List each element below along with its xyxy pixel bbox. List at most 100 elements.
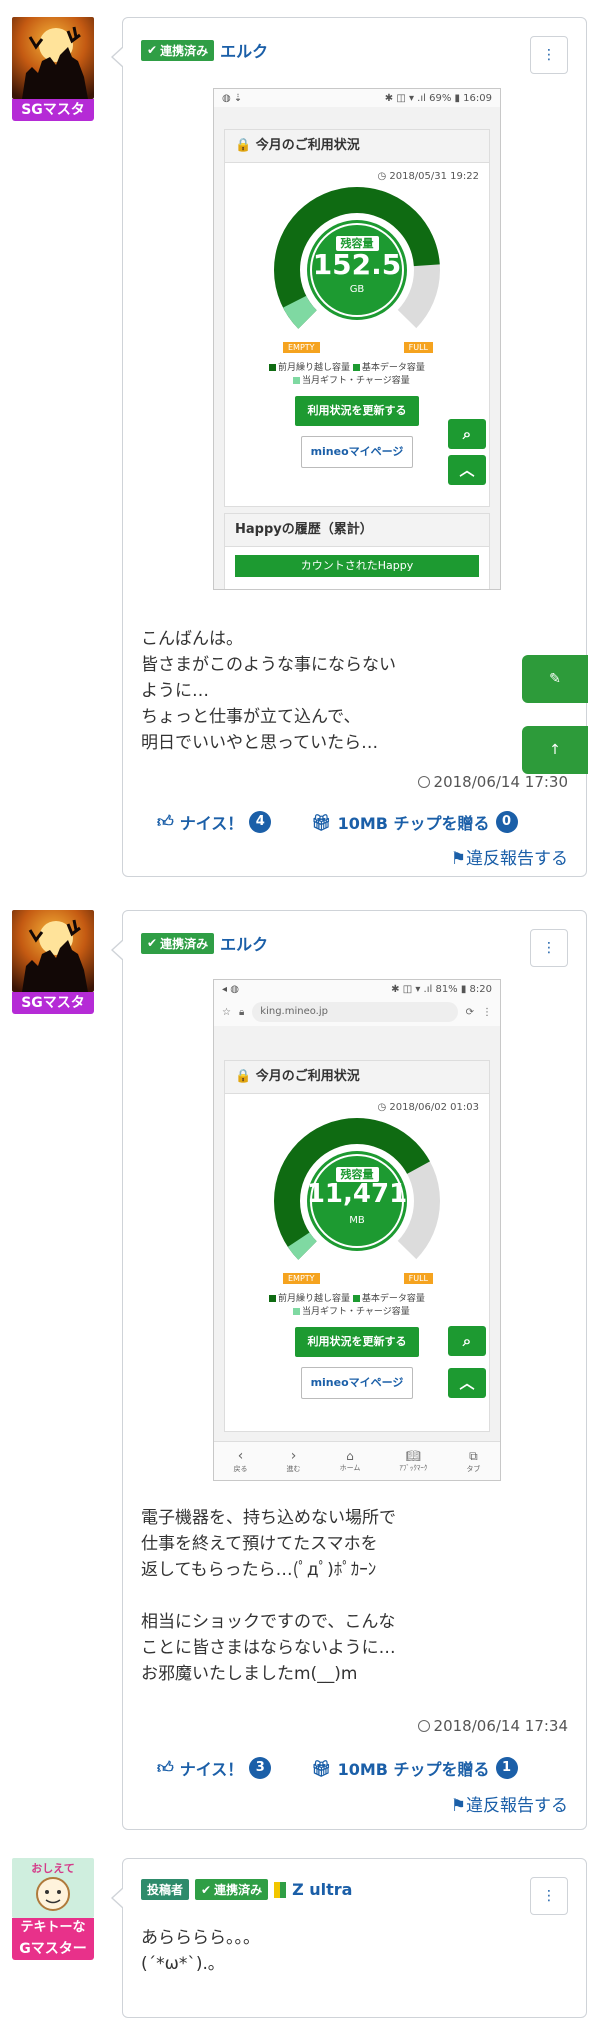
lock-icon: 🔒︎: [238, 1006, 245, 1018]
flag-icon: ⚑: [450, 1796, 466, 1816]
post-header: 投稿者 ✔ 連携済み Z ultra: [141, 1879, 352, 1900]
remaining-gauge: 残容量 152.5 GB EMPTY FULL: [271, 184, 443, 356]
gauge-legend: 前月繰り越し容量 基本データ容量 当月ギフト・チャージ容量: [269, 1293, 425, 1319]
happy-history-panel: Happyの履歴（累計） カウントされたHappy: [224, 513, 490, 589]
menu-icon: ⋮: [542, 47, 556, 63]
post-card: ✔ 連携済み エルク ⋮ ◍ ⇣ ✱ ◫ ▾ .ıl 69% ▮ 16:09 🔒 …: [111, 17, 587, 877]
update-usage-button: 利用状況を更新する: [295, 1327, 419, 1357]
star-icon: ☆: [222, 1006, 231, 1018]
side-action-icon: ✎: [549, 671, 561, 687]
clock-icon: [417, 776, 430, 788]
post-menu-button[interactable]: ⋮: [530, 36, 568, 74]
user-rank-badge: SGマスタ: [12, 992, 94, 1014]
bookmark-icon: 📖︎ ｱﾌﾞｯｸﾏｰｸ: [399, 1449, 428, 1472]
nice-count: 4: [249, 811, 272, 833]
chip-count: 1: [495, 1757, 518, 1779]
post-timestamp: 2018/06/14 17:30: [417, 773, 568, 791]
forward-icon: › 進む: [286, 1448, 301, 1473]
report-link[interactable]: ⚑違反報告する: [451, 1791, 568, 1816]
side-action-button[interactable]: ✎: [522, 655, 588, 703]
usage-panel-title: 🔒 今月のご利用状況: [225, 1061, 489, 1094]
scroll-top-icon: ︿: [448, 455, 486, 485]
username-link[interactable]: Z ultra: [292, 1880, 352, 1899]
username-link[interactable]: エルク: [220, 38, 268, 62]
post-actions: 👍︎ ナイス！ 4 🎁︎ 10MB チップを贈る 0: [157, 810, 568, 834]
flag-icon: ⚑: [450, 849, 466, 869]
browser-nav-bar: ‹ 戻る › 進む ⌂ ホーム 📖︎ ｱﾌﾞｯｸﾏｰｸ ⧉ タブ: [214, 1441, 500, 1480]
usage-timestamp: ◷ 2018/06/02 01:03: [377, 1102, 479, 1113]
empty-label: EMPTY: [283, 342, 320, 353]
url-field: king.mineo.jp: [252, 1002, 458, 1022]
send-chip-button[interactable]: 🎁︎ 10MB チップを贈る 0: [311, 810, 518, 834]
post-card: ✔ 連携済み エルク ⋮ ◂ ◍ ✱ ◫ ▾ .ıl 81% ▮ 8:20 ☆ 🔒…: [111, 910, 587, 1830]
username-link[interactable]: エルク: [220, 931, 268, 955]
empty-label: EMPTY: [283, 1273, 320, 1284]
user-avatar[interactable]: SGマスタ: [12, 910, 94, 1014]
full-label: FULL: [403, 342, 433, 353]
gauge-unit: GB: [349, 284, 365, 295]
beginner-mark-icon: [274, 1881, 287, 1898]
send-chip-button[interactable]: 🎁︎ 10MB チップを贈る 1: [311, 1756, 518, 1780]
thumbs-up-icon: 👍︎: [157, 812, 174, 831]
browser-address-bar: ☆ 🔒︎ king.mineo.jp ⟳ ⋮: [214, 998, 500, 1026]
phone-status-bar: ◍ ⇣ ✱ ◫ ▾ .ıl 69% ▮ 16:09: [214, 89, 500, 107]
remaining-gauge: 残容量 11,471 MB EMPTY FULL: [271, 1115, 443, 1287]
attached-screenshot[interactable]: ◍ ⇣ ✱ ◫ ▾ .ıl 69% ▮ 16:09 🔒 今月のご利用状況 ◷ 2…: [213, 88, 501, 590]
side-action-button-2[interactable]: ↑: [522, 726, 588, 774]
reload-icon: ⟳: [465, 1006, 474, 1018]
check-icon: ✔: [147, 936, 158, 950]
nice-button[interactable]: 👍︎ ナイス！ 3: [157, 1756, 272, 1780]
user-avatar[interactable]: SGマスタ: [12, 17, 94, 121]
avatar-caption: テキトーな: [12, 1918, 94, 1938]
chip-count: 0: [495, 811, 518, 833]
usage-panel-title: 🔒 今月のご利用状況: [225, 130, 489, 163]
thumbs-up-icon: 👍︎: [157, 1758, 174, 1777]
gauge-legend: 前月繰り越し容量 基本データ容量 当月ギフト・チャージ容量: [269, 362, 425, 388]
check-icon: ✔: [147, 43, 158, 57]
post-card: 投稿者 ✔ 連携済み Z ultra ⋮ あらららら。。。 (´*ω*`).｡: [111, 1858, 587, 2018]
more-icon: ⋮: [482, 1006, 492, 1018]
post-menu-button[interactable]: ⋮: [530, 929, 568, 967]
avatar-image: [12, 910, 94, 992]
nice-button[interactable]: 👍︎ ナイス！ 4: [157, 810, 272, 834]
linked-badge: ✔ 連携済み: [195, 1879, 269, 1900]
mypage-button: mineoマイページ: [301, 436, 413, 468]
side-action-icon: ↑: [549, 742, 561, 758]
user-avatar[interactable]: おしえて テキトーな Gマスター: [12, 1858, 94, 1960]
post-header: ✔ 連携済み エルク: [141, 38, 268, 62]
phone-status-bar: ◂ ◍ ✱ ◫ ▾ .ıl 81% ▮ 8:20: [214, 980, 500, 998]
user-rank-badge: SGマスタ: [12, 99, 94, 121]
attached-screenshot[interactable]: ◂ ◍ ✱ ◫ ▾ .ıl 81% ▮ 8:20 ☆ 🔒︎ king.mineo…: [213, 979, 501, 1481]
usage-timestamp: ◷ 2018/05/31 19:22: [377, 171, 479, 182]
linked-badge: ✔ 連携済み: [141, 39, 215, 61]
post-actions: 👍︎ ナイス！ 3 🎁︎ 10MB チップを贈る 1: [157, 1756, 568, 1780]
back-icon: ‹ 戻る: [233, 1448, 248, 1473]
avatar-image: おしえて: [12, 1858, 94, 1918]
post-body: こんばんは。 皆さまがこのような事にならない ように… ちょっと仕事が立て込んで…: [141, 629, 396, 753]
home-icon: ⌂ ホーム: [339, 1449, 361, 1472]
search-icon: ⌕: [448, 1326, 486, 1356]
avatar-image: [12, 17, 94, 99]
gift-icon: 🎁︎: [311, 1758, 332, 1778]
usage-panel: 🔒 今月のご利用状況 ◷ 2018/05/31 19:22 残容量 152.5 …: [224, 129, 490, 507]
menu-icon: ⋮: [542, 1888, 556, 1904]
post-body: あらららら。。。 (´*ω*`).｡: [141, 1928, 260, 1974]
post-menu-button[interactable]: ⋮: [530, 1877, 568, 1915]
tabs-icon: ⧉ タブ: [466, 1448, 481, 1473]
post-timestamp: 2018/06/14 17:34: [417, 1717, 568, 1735]
mypage-button: mineoマイページ: [301, 1367, 413, 1399]
nice-count: 3: [249, 1757, 272, 1779]
poster-badge: 投稿者: [141, 1879, 190, 1900]
gauge-value: 152.5: [312, 248, 402, 281]
clock-icon: [417, 1720, 430, 1732]
post-header: ✔ 連携済み エルク: [141, 931, 268, 955]
post-body: 電子機器を、持ち込めない場所で 仕事を終えて預けてたスマホを 返してもらったら……: [141, 1508, 396, 1684]
linked-badge: ✔ 連携済み: [141, 932, 215, 954]
scroll-top-icon: ︿: [448, 1368, 486, 1398]
gift-icon: 🎁︎: [311, 812, 332, 832]
user-rank-badge: Gマスター: [12, 1938, 94, 1960]
full-label: FULL: [403, 1273, 433, 1284]
gauge-unit: MB: [349, 1215, 365, 1226]
check-icon: ✔: [201, 1882, 212, 1897]
report-link[interactable]: ⚑違反報告する: [451, 844, 568, 869]
